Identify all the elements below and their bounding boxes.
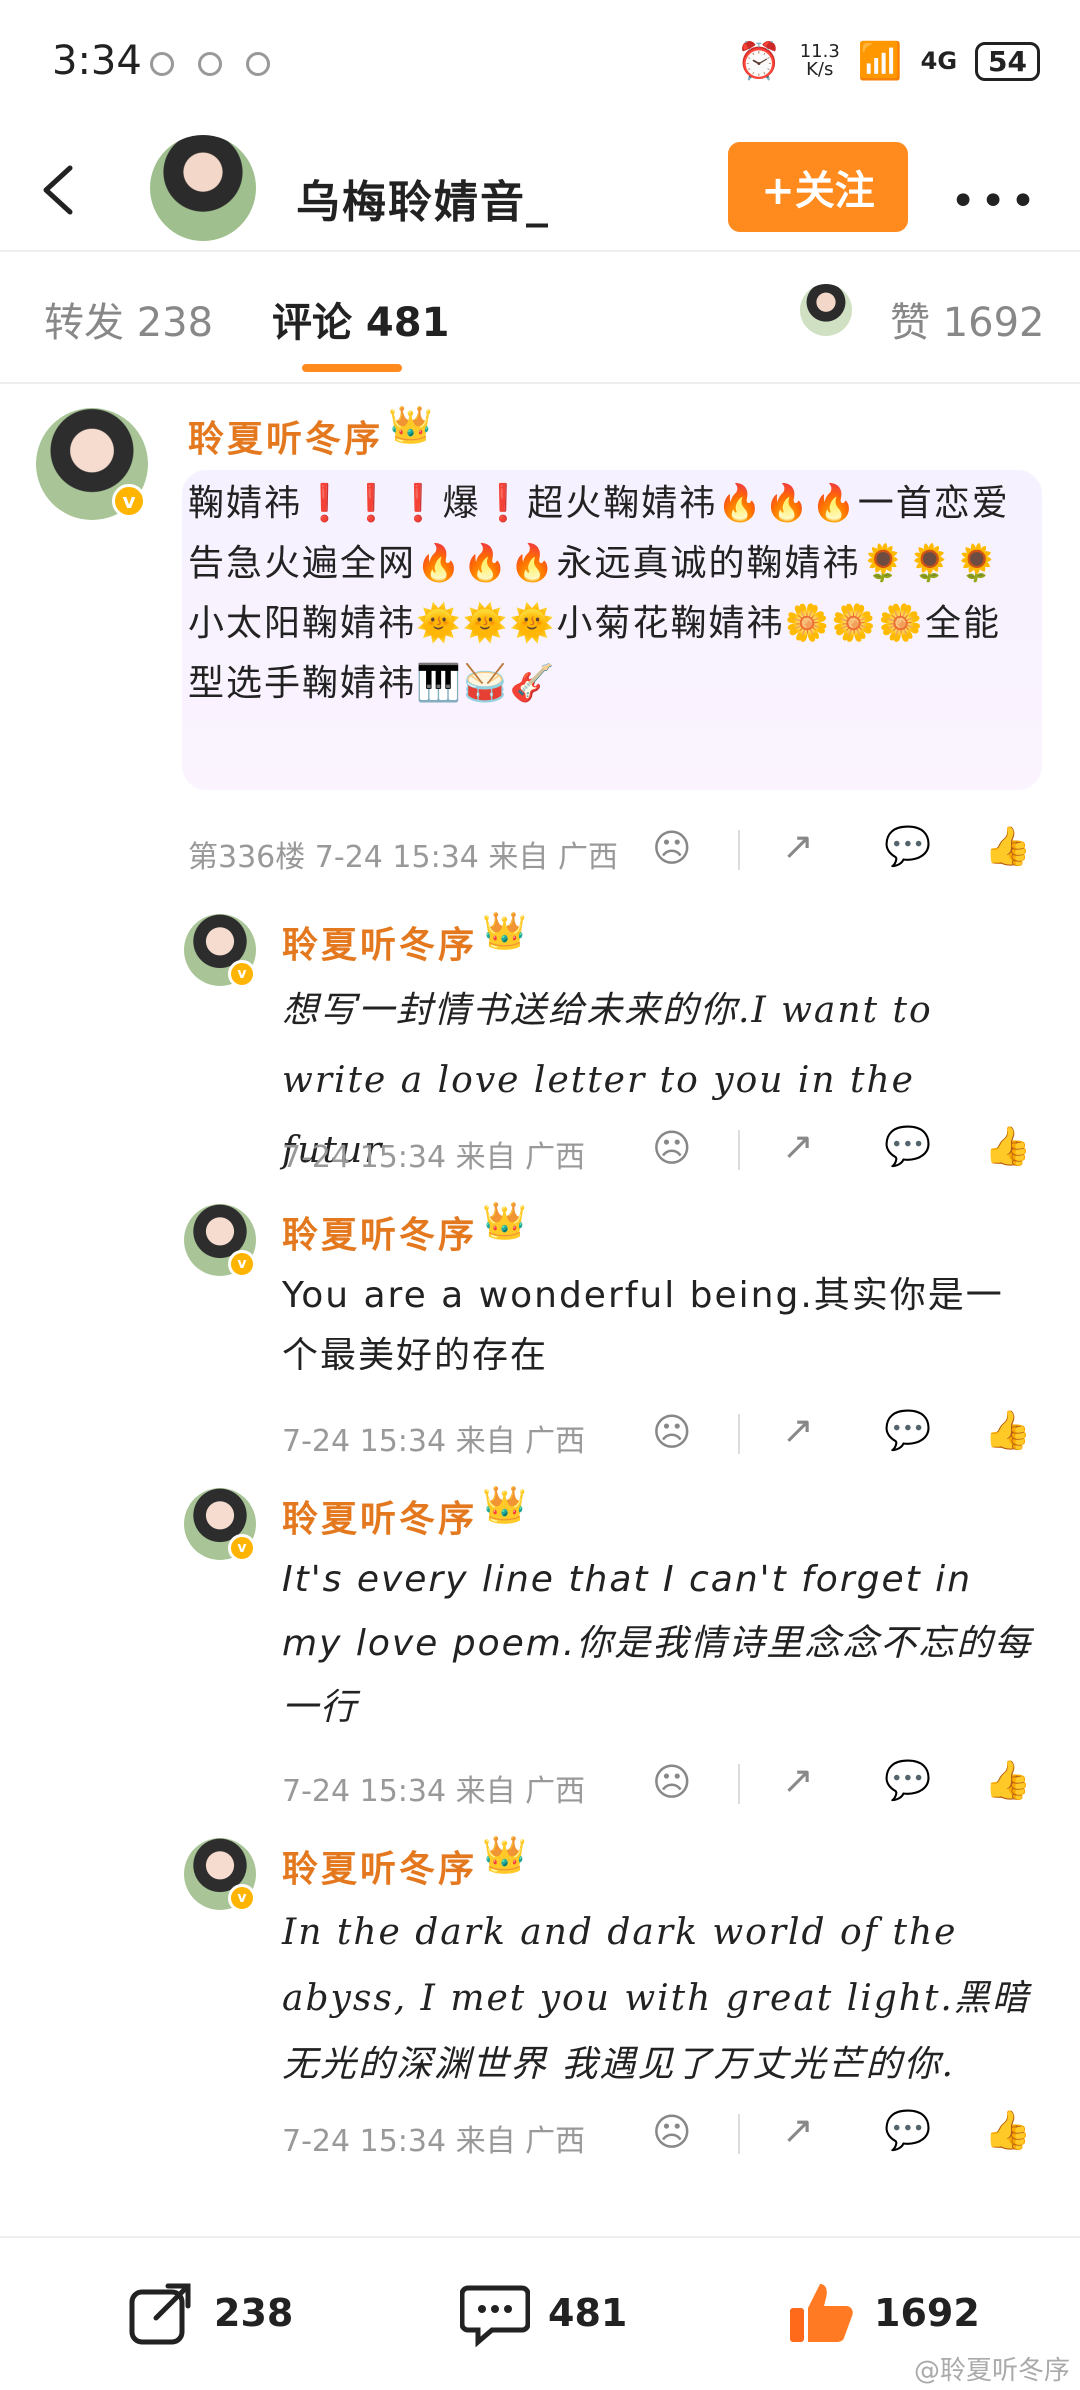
comment-meta: 7-24 15:34 来自 广西 [282, 1774, 586, 1809]
signal-label: 4G [920, 47, 958, 75]
comment-text: In the dark and dark world of the abyss,… [282, 1912, 1030, 2085]
alarm-icon: ⏰ [736, 41, 782, 82]
tab-repost[interactable]: 转发 238 [44, 290, 213, 348]
like-icon[interactable]: 👍 [984, 2108, 1031, 2153]
dislike-icon[interactable]: ☹ [652, 2110, 692, 2154]
comment-username[interactable]: 聆夏听冬序 [188, 410, 383, 462]
comment-username[interactable]: 聆夏听冬序 [282, 1206, 477, 1258]
divider [738, 830, 740, 870]
follow-button[interactable]: +关注 [728, 142, 908, 232]
comment-username[interactable]: 聆夏听冬序 [282, 1840, 477, 1892]
status-time: 3:34 [52, 38, 142, 84]
crown-badge-icon: 👑 [482, 1835, 527, 1876]
repost-count: 238 [214, 2291, 294, 2335]
comment-icon[interactable]: 💬 [884, 1124, 931, 1169]
verified-icon: v [228, 1250, 256, 1278]
status-indicators: ⏰ 11.3 K/s 📶 4G 54 [737, 40, 1040, 82]
crown-badge-icon: 👑 [388, 405, 433, 446]
dislike-icon[interactable]: ☹ [652, 1410, 692, 1454]
liker-avatar[interactable] [800, 284, 852, 336]
net-speed: 11.3 K/s [799, 41, 840, 80]
status-bar: 3:34 ⏰ 11.3 K/s 📶 4G 54 [0, 0, 1080, 130]
page-title: 乌梅聆婧音_ [296, 177, 550, 228]
comment-text: 鞠婧祎❗❗❗爆❗超火鞠婧祎🔥🔥🔥一首恋爱告急火遍全网🔥🔥🔥永远真诚的鞠婧祎🌻🌻🌻… [188, 483, 1010, 704]
battery-indicator: 54 [975, 41, 1040, 81]
crown-badge-icon: 👑 [482, 911, 527, 952]
comment-icon[interactable]: 💬 [884, 2108, 931, 2153]
verified-icon: v [228, 1534, 256, 1562]
repost-button[interactable]: 238 [126, 2278, 293, 2348]
watermark: @聆夏听冬序 [913, 2356, 1070, 2386]
thumbs-up-icon [790, 2284, 853, 2342]
comment-button[interactable]: 481 [460, 2278, 627, 2348]
like-icon[interactable]: 👍 [984, 1408, 1031, 1453]
notification-icon [198, 52, 222, 76]
dislike-icon[interactable]: ☹ [652, 1126, 692, 1170]
divider [738, 1764, 740, 1804]
verified-icon: v [228, 960, 256, 988]
like-count: 1692 [874, 2291, 980, 2335]
notification-icon [246, 52, 270, 76]
share-icon[interactable]: ↗ [782, 1758, 814, 1802]
like-icon[interactable]: 👍 [984, 1124, 1031, 1169]
comment-meta: 7-24 15:34 来自 广西 [282, 1424, 586, 1459]
tab-indicator [302, 364, 402, 372]
verified-icon: v [228, 1884, 256, 1912]
divider [738, 1130, 740, 1170]
dislike-icon[interactable]: ☹ [652, 826, 692, 870]
divider [738, 2114, 740, 2154]
verified-icon: v [112, 484, 146, 518]
comment-meta: 7-24 15:34 来自 广西 [282, 1140, 586, 1175]
share-icon[interactable]: ↗ [782, 2108, 814, 2152]
share-icon[interactable]: ↗ [782, 1124, 814, 1168]
tab-comments[interactable]: 评论 481 [272, 290, 449, 348]
tab-bar: 转发 238 评论 481 赞 1692 [0, 252, 1080, 384]
share-icon[interactable]: ↗ [782, 1408, 814, 1452]
share-icon[interactable]: ↗ [782, 824, 814, 868]
comment-text: It's every line that I can't forget in m… [282, 1559, 1033, 1728]
comment-count: 481 [548, 2291, 628, 2335]
notification-icon [150, 52, 174, 76]
divider [738, 1414, 740, 1454]
comment-icon[interactable]: 💬 [884, 824, 931, 869]
dislike-icon[interactable]: ☹ [652, 1760, 692, 1804]
like-icon[interactable]: 👍 [984, 1758, 1031, 1803]
like-icon[interactable]: 👍 [984, 824, 1031, 869]
comment-icon[interactable]: 💬 [884, 1408, 931, 1453]
notification-icons [150, 52, 270, 76]
comment-text: You are a wonderful being.其实你是一个最美好的存在 [282, 1275, 1004, 1376]
wifi-icon: 📶 [857, 41, 903, 82]
avatar[interactable] [150, 135, 256, 241]
comment-meta: 7-24 15:34 来自 广西 [282, 2124, 586, 2159]
profile-header: 乌梅聆婧音_ +关注 ••• [0, 130, 1080, 252]
more-icon[interactable]: ••• [950, 176, 1040, 227]
crown-badge-icon: 👑 [482, 1485, 527, 1526]
comment-icon [460, 2285, 530, 2348]
comment-icon[interactable]: 💬 [884, 1758, 931, 1803]
comment-username[interactable]: 聆夏听冬序 [282, 916, 477, 968]
repost-icon [129, 2283, 191, 2345]
crown-badge-icon: 👑 [482, 1201, 527, 1242]
tab-likes[interactable]: 赞 1692 [890, 290, 1045, 348]
like-button[interactable]: 1692 [786, 2278, 980, 2348]
comment-username[interactable]: 聆夏听冬序 [282, 1490, 477, 1542]
comment-meta: 第336楼 7-24 15:34 来自 广西 [188, 840, 618, 875]
back-icon[interactable] [36, 162, 80, 218]
